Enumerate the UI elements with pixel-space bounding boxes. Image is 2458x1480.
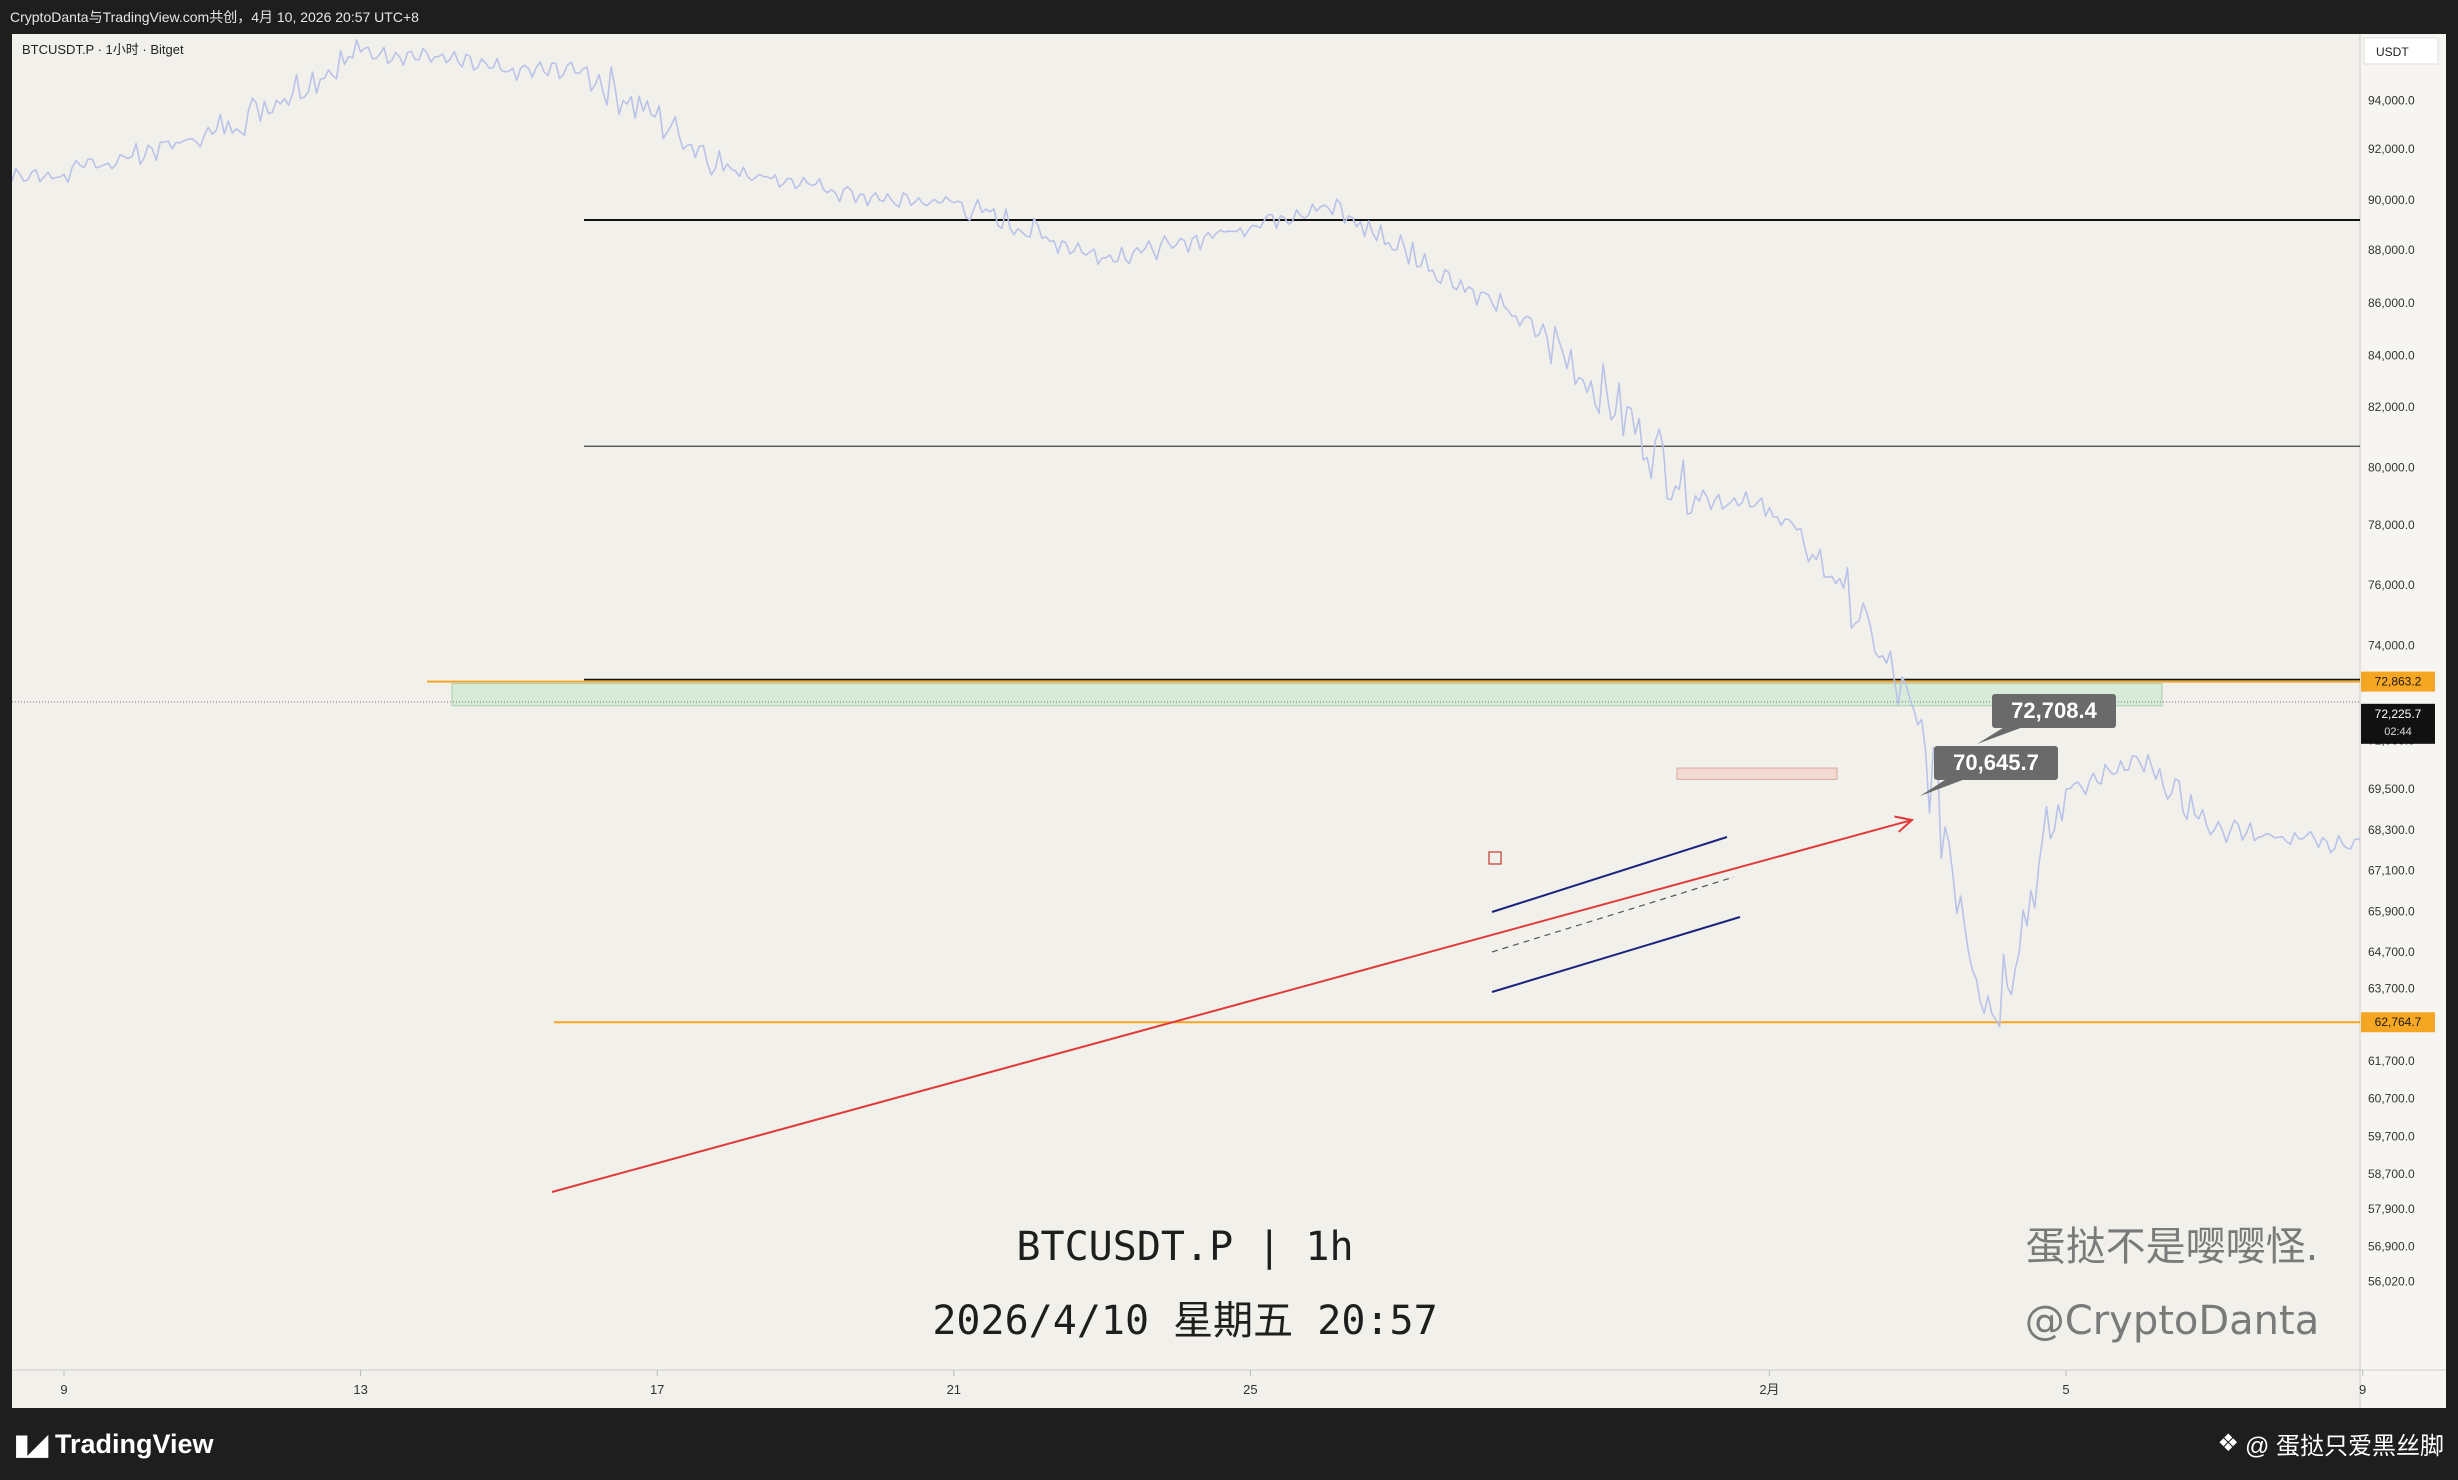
- price-tick-label: 78,000.0: [2368, 518, 2415, 532]
- price-tick-label: 56,900.0: [2368, 1240, 2415, 1254]
- price-tick-label: 94,000.0: [2368, 93, 2415, 107]
- support-zone[interactable]: [1676, 767, 1838, 780]
- tradingview-logo-icon: ▮◢: [14, 1428, 48, 1460]
- diamond-logo-icon: ❖: [2217, 1430, 2239, 1457]
- price-tick-label: 58,700.0: [2368, 1167, 2415, 1181]
- time-tick-label: 25: [1243, 1382, 1257, 1397]
- symbol-info: BTCUSDT.P · 1小时 · Bitget: [22, 42, 184, 57]
- price-callout-label: 72,708.4: [2011, 698, 2097, 723]
- time-tick-label: 5: [2062, 1382, 2069, 1397]
- price-tick-label: 84,000.0: [2368, 349, 2415, 363]
- marker-icon: [1488, 851, 1502, 865]
- share-header: CryptoDanta与TradingView.com共创，4月 10, 202…: [10, 9, 419, 25]
- price-tick-label: 74,000.0: [2368, 639, 2415, 653]
- callout-pointer: [1977, 726, 2026, 744]
- price-tick-label: 88,000.0: [2368, 243, 2415, 257]
- time-tick-label: 9: [60, 1382, 67, 1397]
- price-tick-label: 64,700.0: [2368, 945, 2415, 959]
- bar-countdown: 02:44: [2384, 726, 2412, 738]
- time-tick-label: 21: [947, 1382, 961, 1397]
- author-credit-text: @ 蛋挞只爱黑丝脚: [2244, 1433, 2444, 1460]
- price-tick-label: 63,700.0: [2368, 981, 2415, 995]
- resistance-zone[interactable]: [451, 683, 2163, 707]
- price-tick-label: 57,900.0: [2368, 1202, 2415, 1216]
- price-tick-label: 76,000.0: [2368, 578, 2415, 592]
- watermark-title: BTCUSDT.P | 1h: [1016, 1224, 1353, 1270]
- channel-mid-line: [1491, 876, 1735, 953]
- price-tick-label: 68,300.0: [2368, 823, 2415, 837]
- tradingview-brand: TradingView: [54, 1428, 214, 1459]
- tradingview-logo[interactable]: ▮◢ TradingView: [14, 1424, 214, 1464]
- chart-panel[interactable]: 96,000.094,000.092,000.090,000.088,000.0…: [12, 34, 2446, 1408]
- time-tick-label: 17: [650, 1382, 664, 1397]
- price-badge-label: 62,764.7: [2375, 1015, 2422, 1029]
- price-tick-label: 90,000.0: [2368, 193, 2415, 207]
- price-badge-label: 72,863.2: [2375, 675, 2422, 689]
- watermark-handle: @CryptoDanta: [2025, 1298, 2319, 1344]
- channel-lower-line[interactable]: [1491, 916, 1741, 993]
- price-tick-label: 86,000.0: [2368, 296, 2415, 310]
- trend-line[interactable]: [551, 819, 1913, 1193]
- time-tick-label: 2月: [1759, 1382, 1779, 1397]
- watermark-datetime: 2026/4/10 星期五 20:57: [932, 1298, 1437, 1344]
- channel-upper-line[interactable]: [1491, 836, 1728, 913]
- time-tick-label: 13: [353, 1382, 367, 1397]
- price-tick-label: 82,000.0: [2368, 400, 2415, 414]
- time-tick-label: 9: [2359, 1382, 2366, 1397]
- price-tick-label: 67,100.0: [2368, 864, 2415, 878]
- price-tick-label: 65,900.0: [2368, 904, 2415, 918]
- price-badge-label: 72,225.7: [2375, 707, 2422, 721]
- currency-label: USDT: [2376, 45, 2409, 59]
- price-callout-label: 70,645.7: [1953, 750, 2039, 775]
- price-chart[interactable]: 96,000.094,000.092,000.090,000.088,000.0…: [12, 34, 2446, 1408]
- price-series-line: [12, 39, 2360, 1028]
- price-tick-label: 69,500.0: [2368, 782, 2415, 796]
- price-tick-label: 80,000.0: [2368, 460, 2415, 474]
- price-tick-label: 56,020.0: [2368, 1274, 2415, 1288]
- price-tick-label: 60,700.0: [2368, 1092, 2415, 1106]
- footer-bar: ▮◢ TradingView ❖ @ 蛋挞只爱黑丝脚: [0, 1408, 2458, 1480]
- price-tick-label: 92,000.0: [2368, 142, 2415, 156]
- author-credit: ❖ @ 蛋挞只爱黑丝脚: [2217, 1426, 2444, 1461]
- watermark-author: 蛋挞不是嘤嘤怪.: [2026, 1224, 2319, 1270]
- price-tick-label: 59,700.0: [2368, 1129, 2415, 1143]
- price-tick-label: 61,700.0: [2368, 1054, 2415, 1068]
